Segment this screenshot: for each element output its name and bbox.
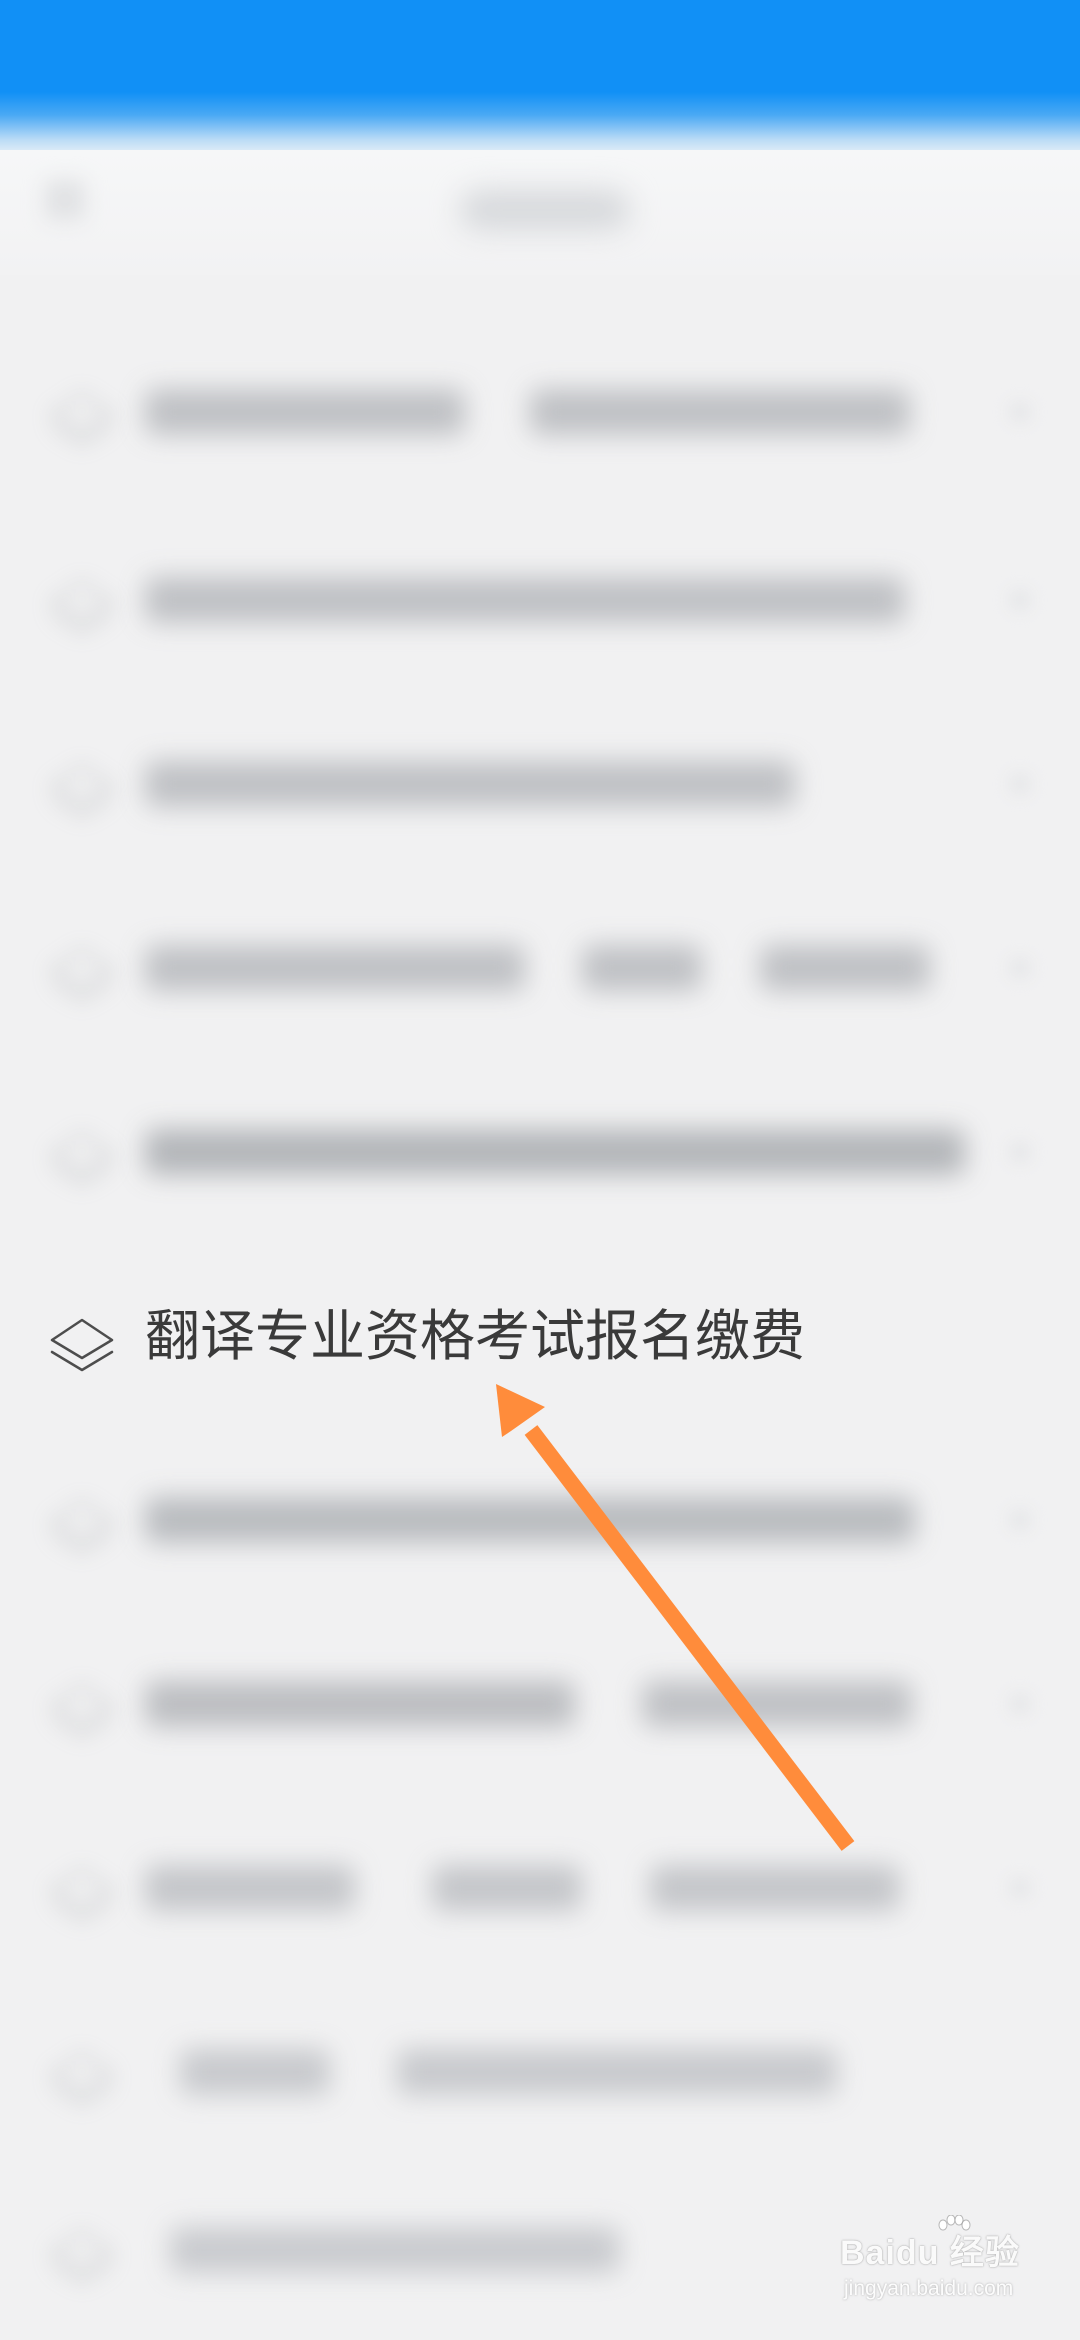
layers-icon bbox=[49, 764, 115, 818]
chevron-right-icon bbox=[1010, 402, 1030, 422]
layers-icon bbox=[49, 1132, 115, 1186]
menu-item-blurred[interactable] bbox=[0, 724, 1080, 844]
menu-item-blurred[interactable] bbox=[0, 1092, 1080, 1212]
watermark-brand: Baidu 经验 bbox=[840, 2234, 1020, 2272]
chevron-right-icon bbox=[1010, 1878, 1030, 1898]
layers-icon bbox=[49, 1684, 115, 1738]
chevron-right-icon bbox=[1010, 958, 1030, 978]
chevron-right-icon bbox=[1010, 1142, 1030, 1162]
menu-item-label bbox=[145, 1856, 900, 1920]
menu-item-label bbox=[145, 1488, 915, 1552]
menu-item-label bbox=[145, 752, 795, 816]
menu-item-label bbox=[145, 1120, 965, 1184]
menu-item-label bbox=[145, 1672, 913, 1736]
layers-icon bbox=[49, 948, 115, 1002]
menu-item-blurred[interactable] bbox=[0, 2012, 1080, 2132]
layers-icon bbox=[50, 1318, 114, 1372]
menu-item-label: 翻译专业资格考试报名缴费 bbox=[145, 1304, 806, 1368]
menu-item-blurred[interactable] bbox=[0, 908, 1080, 1028]
menu-item-label bbox=[170, 2218, 620, 2282]
menu-item-label bbox=[180, 2040, 838, 2104]
menu-item-blurred[interactable] bbox=[0, 540, 1080, 660]
layers-icon bbox=[49, 2052, 115, 2106]
layers-icon bbox=[49, 392, 115, 446]
menu-item-blurred[interactable] bbox=[0, 1644, 1080, 1764]
menu-item-blurred[interactable] bbox=[0, 1828, 1080, 1948]
chevron-right-icon bbox=[1010, 1510, 1030, 1530]
layers-icon bbox=[49, 1500, 115, 1554]
chevron-right-icon bbox=[1010, 590, 1030, 610]
menu-item-label bbox=[145, 380, 911, 444]
baidu-jingyan-watermark: Baidu 经验 jingyan.baidu.com bbox=[840, 2215, 1040, 2320]
chevron-right-icon bbox=[1010, 1694, 1030, 1714]
menu-item-blurred[interactable] bbox=[0, 1460, 1080, 1580]
menu-item-translation-exam-payment[interactable]: 翻译专业资格考试报名缴费 bbox=[0, 1276, 1080, 1396]
layers-icon bbox=[49, 2230, 115, 2284]
watermark-url: jingyan.baidu.com bbox=[844, 2277, 1014, 2300]
layers-icon bbox=[49, 1868, 115, 1922]
layers-icon bbox=[49, 580, 115, 634]
service-menu-list: 翻译专业资格考试报名缴费 bbox=[0, 0, 1080, 2340]
menu-item-blurred[interactable] bbox=[0, 352, 1080, 472]
chevron-right-icon bbox=[1010, 774, 1030, 794]
menu-item-label bbox=[145, 568, 905, 632]
menu-item-label bbox=[145, 936, 930, 1000]
